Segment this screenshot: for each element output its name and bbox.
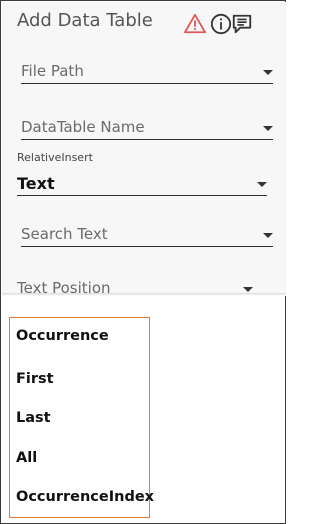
warning-icon[interactable]	[184, 13, 206, 35]
option-first[interactable]: First	[16, 371, 54, 387]
relative-insert-caption: RelativeInsert	[17, 151, 93, 164]
file-path-label: File Path	[21, 62, 84, 80]
underline	[21, 139, 273, 140]
datatable-name-label: DataTable Name	[21, 118, 145, 136]
panel-divider	[2, 293, 286, 296]
datatable-name-dropdown[interactable]: DataTable Name	[21, 116, 273, 140]
underline	[21, 83, 273, 84]
form-panel	[2, 2, 286, 294]
search-text-label: Search Text	[21, 225, 108, 243]
chevron-down-icon	[263, 233, 273, 238]
chevron-down-icon	[243, 287, 253, 292]
chevron-down-icon	[263, 126, 273, 131]
underline	[17, 195, 267, 196]
relative-insert-dropdown[interactable]: Text	[17, 172, 267, 196]
option-last[interactable]: Last	[16, 410, 51, 426]
option-occurrence[interactable]: Occurrence	[16, 328, 109, 344]
relative-insert-value: Text	[17, 174, 55, 193]
dialog-frame: Add Data Table File Path DataTable Name	[0, 0, 286, 524]
option-occurrence-index[interactable]: OccurrenceIndex	[16, 489, 154, 505]
comment-icon[interactable]	[231, 13, 253, 35]
chevron-down-icon	[263, 70, 273, 75]
option-all[interactable]: All	[16, 450, 37, 466]
page-title: Add Data Table	[17, 10, 153, 31]
search-text-dropdown[interactable]: Search Text	[21, 223, 273, 247]
info-icon[interactable]	[210, 13, 232, 35]
chevron-down-icon	[257, 182, 267, 187]
underline	[21, 246, 273, 247]
text-position-options: Occurrence First Last All OccurrenceInde…	[9, 317, 154, 518]
file-path-dropdown[interactable]: File Path	[21, 60, 273, 84]
